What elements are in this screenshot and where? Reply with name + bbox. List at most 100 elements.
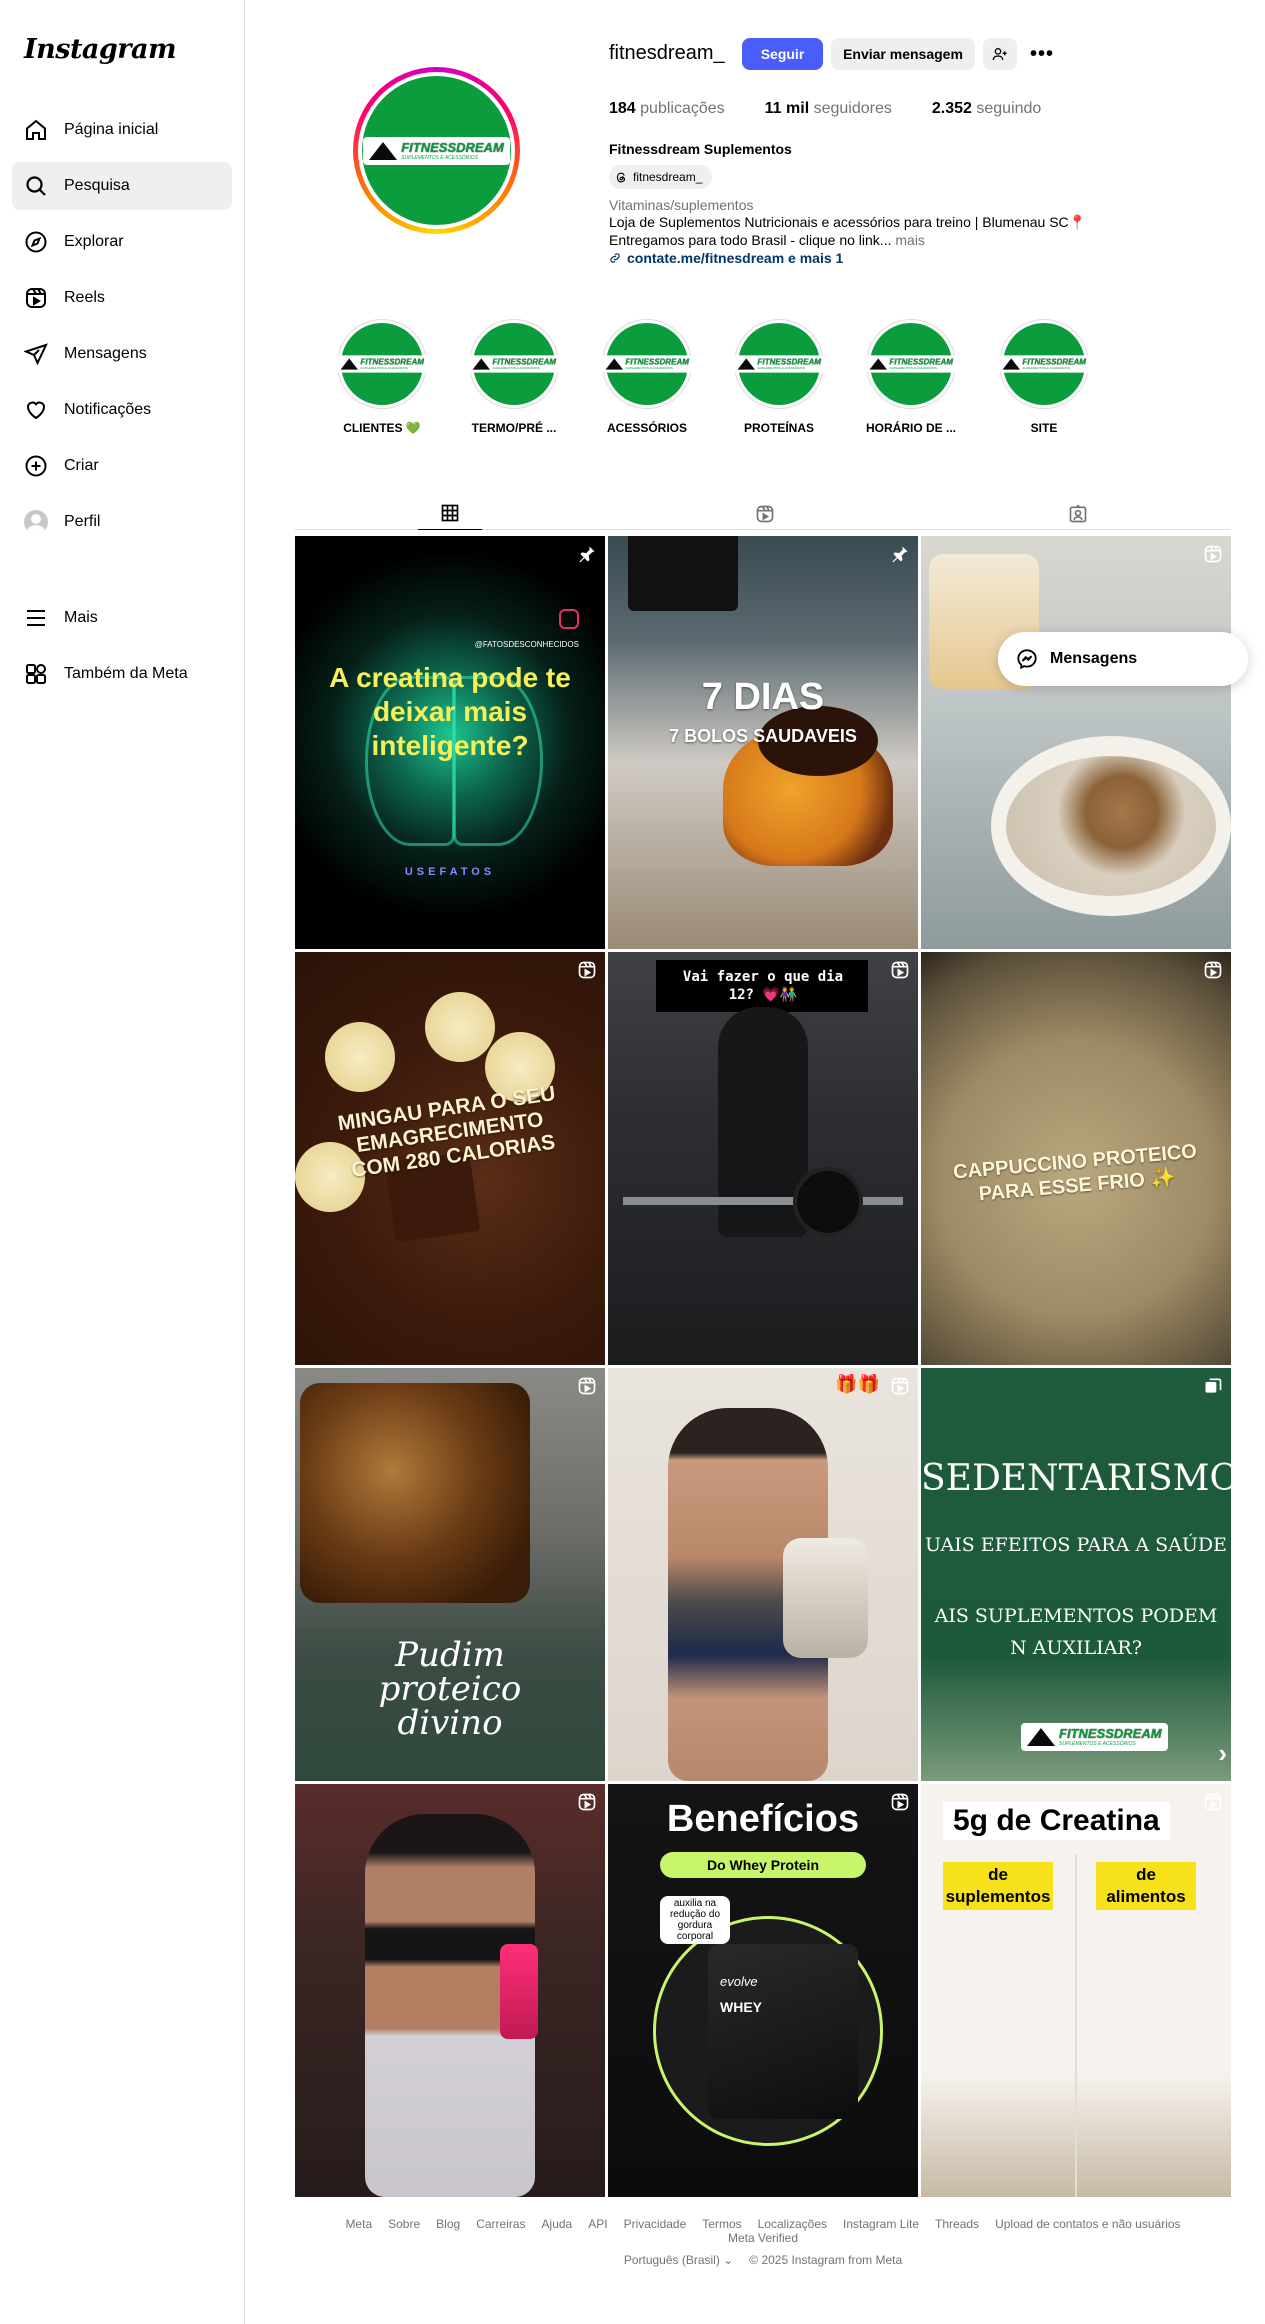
reel-icon — [578, 1377, 596, 1395]
messenger-icon — [1017, 649, 1037, 670]
sidebar-item-more[interactable]: Mais — [12, 594, 232, 642]
sidebar-item-search[interactable]: Pesquisa — [12, 162, 232, 210]
post-pudim[interactable]: Pudim proteico divino — [295, 1368, 605, 1781]
tagged-icon — [1069, 503, 1087, 522]
post-subtitle: 7 BOLOS SAUDAVEIS — [669, 726, 857, 746]
carousel-icon — [1205, 1378, 1222, 1393]
messages-float-button[interactable]: Mensagens — [998, 632, 1248, 686]
profile-external-link[interactable]: contate.me/fitnesdream e mais 1 — [609, 250, 843, 266]
follow-button[interactable]: Seguir — [742, 38, 823, 70]
suggest-people-button[interactable] — [983, 38, 1017, 70]
footer-link[interactable]: Blog — [436, 2217, 460, 2231]
followers-count[interactable]: 11 mil seguidores — [765, 100, 892, 118]
post-title: Benefícios — [666, 1798, 860, 1840]
language-select[interactable]: Português (Brasil) ⌄ — [624, 2253, 733, 2267]
post-sedentarismo[interactable]: SEDENTARISMO: UAIS EFEITOS PARA A SAÚDE … — [921, 1368, 1231, 1781]
post-gym-girl[interactable] — [295, 1784, 605, 2197]
brand-logo: FITNESSDREAM SUPLEMENTOS E ACESSÓRIOS — [1021, 1723, 1168, 1751]
highlight-label: PROTEÍNAS — [743, 421, 814, 435]
sidebar-item-reels[interactable]: Reels — [12, 274, 232, 322]
profile-category: Vitaminas/suplementos — [609, 197, 754, 213]
meta-apps-icon — [24, 662, 48, 686]
post-emoji: 🎁🎁 — [835, 1374, 880, 1394]
highlight-horario[interactable]: FITNESSDREAM SUPLEMENTOS E ACESSÓRIOS HOR… — [865, 319, 957, 435]
footer-link[interactable]: Carreiras — [476, 2217, 525, 2231]
brand-logo: FITNESSDREAM SUPLEMENTOS E ACESSÓRIOS — [336, 355, 428, 373]
post-title: Vai fazer o que dia 12? 💗👫 — [682, 969, 844, 1003]
footer-link[interactable]: Sobre — [388, 2217, 420, 2231]
tab-tagged[interactable] — [1046, 497, 1110, 530]
sidebar-item-label: Também da Meta — [64, 665, 188, 682]
sidebar-item-notifications[interactable]: Notificações — [12, 386, 232, 434]
post-product: WHEY — [720, 1999, 762, 2015]
sidebar-item-create[interactable]: Criar — [12, 442, 232, 490]
post-right-label: de alimentos — [1096, 1862, 1196, 1910]
highlight-termo[interactable]: FITNESSDREAM SUPLEMENTOS E ACESSÓRIOS TER… — [468, 319, 560, 435]
footer-link[interactable]: Meta — [345, 2217, 372, 2231]
post-7-dias-bolos[interactable]: 7 DIAS 7 BOLOS SAUDAVEIS — [608, 536, 918, 949]
sidebar-item-label: Notificações — [64, 401, 152, 418]
footer-link[interactable]: Localizações — [758, 2217, 827, 2231]
profile-stats: 184 publicações 11 mil seguidores 2.352 … — [609, 100, 1081, 118]
reel-icon — [578, 961, 596, 979]
post-fitness-girl[interactable]: 🎁🎁 — [608, 1368, 918, 1781]
post-dia-12[interactable]: Vai fazer o que dia 12? 💗👫 — [608, 952, 918, 1365]
tab-reels[interactable] — [733, 497, 797, 530]
footer-link[interactable]: Privacidade — [624, 2217, 687, 2231]
highlight-acessorios[interactable]: FITNESSDREAM SUPLEMENTOS E ACESSÓRIOS ACE… — [601, 319, 693, 435]
sidebar-item-label: Página inicial — [64, 121, 159, 138]
post-title: 5g de Creatina — [943, 1802, 1170, 1840]
brand-logo: FITNESSDREAM SUPLEMENTOS E ACESSÓRIOS — [865, 355, 957, 373]
post-oats-doce-de-leite[interactable] — [921, 536, 1231, 949]
send-message-button[interactable]: Enviar mensagem — [831, 38, 975, 70]
bio-text-line-2: Entregamos para todo Brasil - clique no … — [609, 232, 925, 248]
options-button[interactable]: ••• — [1025, 38, 1059, 70]
sidebar-item-profile[interactable]: Perfil — [12, 498, 232, 546]
following-count[interactable]: 2.352 seguindo — [932, 100, 1041, 118]
pin-icon — [579, 546, 595, 563]
sidebar-item-label: Explorar — [64, 233, 124, 250]
highlight-label: TERMO/PRÉ ... — [471, 421, 557, 435]
instagram-logo[interactable]: Instagram — [24, 34, 177, 65]
footer-link[interactable]: API — [588, 2217, 607, 2231]
footer-link[interactable]: Instagram Lite — [843, 2217, 919, 2231]
post-5g-creatina[interactable]: 5g de Creatina de suplementos de aliment… — [921, 1784, 1231, 2197]
post-mingau[interactable]: MINGAU PARA O SEU EMAGRECIMENTO COM 280 … — [295, 952, 605, 1365]
brand-logo: FITNESSDREAM SUPLEMENTOS E ACESSÓRIOS — [468, 355, 560, 373]
profile-picture[interactable]: FITNESSDREAM SUPLEMENTOS E ACESSÓRIOS — [353, 67, 520, 234]
post-beneficios-whey[interactable]: Benefícios Do Whey Protein auxilia na re… — [608, 1784, 918, 2197]
footer-link[interactable]: Ajuda — [542, 2217, 573, 2231]
post-cappuccino[interactable]: CAPPUCCINO PROTEICO PARA ESSE FRIO ✨ — [921, 952, 1231, 1365]
sidebar: Instagram Página inicial Pesquisa Explor… — [0, 0, 245, 2324]
highlight-label: HORÁRIO DE ... — [866, 421, 957, 435]
bio-more-link[interactable]: mais — [895, 232, 925, 248]
post-line-2: UAIS EFEITOS PARA A SAÚDE — [925, 1534, 1227, 1556]
sidebar-item-home[interactable]: Página inicial — [12, 106, 232, 154]
post-bubble: auxilia na redução do gordura corporal — [660, 1896, 730, 1944]
brand-logo: FITNESSDREAM SUPLEMENTOS E ACESSÓRIOS — [601, 355, 693, 373]
post-creatina-inteligente[interactable]: @FATOSDESCONHECIDOS A creatina pode te d… — [295, 536, 605, 949]
highlight-site[interactable]: FITNESSDREAM SUPLEMENTOS E ACESSÓRIOS SIT… — [998, 319, 1090, 435]
highlight-label: CLIENTES 💚 — [343, 421, 421, 435]
sidebar-item-explore[interactable]: Explorar — [12, 218, 232, 266]
post-title: CAPPUCCINO PROTEICO PARA ESSE FRIO ✨ — [952, 1140, 1198, 1206]
footer-link[interactable]: Termos — [702, 2217, 741, 2231]
sidebar-item-meta[interactable]: Também da Meta — [12, 650, 232, 698]
footer-link[interactable]: Meta Verified — [728, 2231, 798, 2245]
footer-link[interactable]: Upload de contatos e não usuários — [995, 2217, 1180, 2231]
footer-link[interactable]: Threads — [935, 2217, 979, 2231]
tab-posts[interactable] — [418, 497, 482, 530]
sidebar-item-label: Pesquisa — [64, 177, 130, 194]
link-icon — [610, 253, 620, 263]
add-person-icon — [992, 48, 1007, 61]
footer-meta: Português (Brasil) ⌄ © 2025 Instagram fr… — [295, 2253, 1231, 2267]
threads-badge[interactable]: fitnesdream_ — [609, 165, 713, 189]
chevron-right-icon[interactable]: › — [1218, 1738, 1227, 1769]
reel-icon — [578, 1793, 596, 1811]
reel-icon — [891, 1377, 909, 1395]
heart-icon — [24, 398, 48, 422]
brand-logo: FITNESSDREAM SUPLEMENTOS E ACESSÓRIOS — [998, 355, 1090, 373]
highlight-proteinas[interactable]: FITNESSDREAM SUPLEMENTOS E ACESSÓRIOS PRO… — [733, 319, 825, 435]
sidebar-item-messages[interactable]: Mensagens — [12, 330, 232, 378]
highlight-clientes[interactable]: FITNESSDREAM SUPLEMENTOS E ACESSÓRIOS CLI… — [336, 319, 428, 435]
